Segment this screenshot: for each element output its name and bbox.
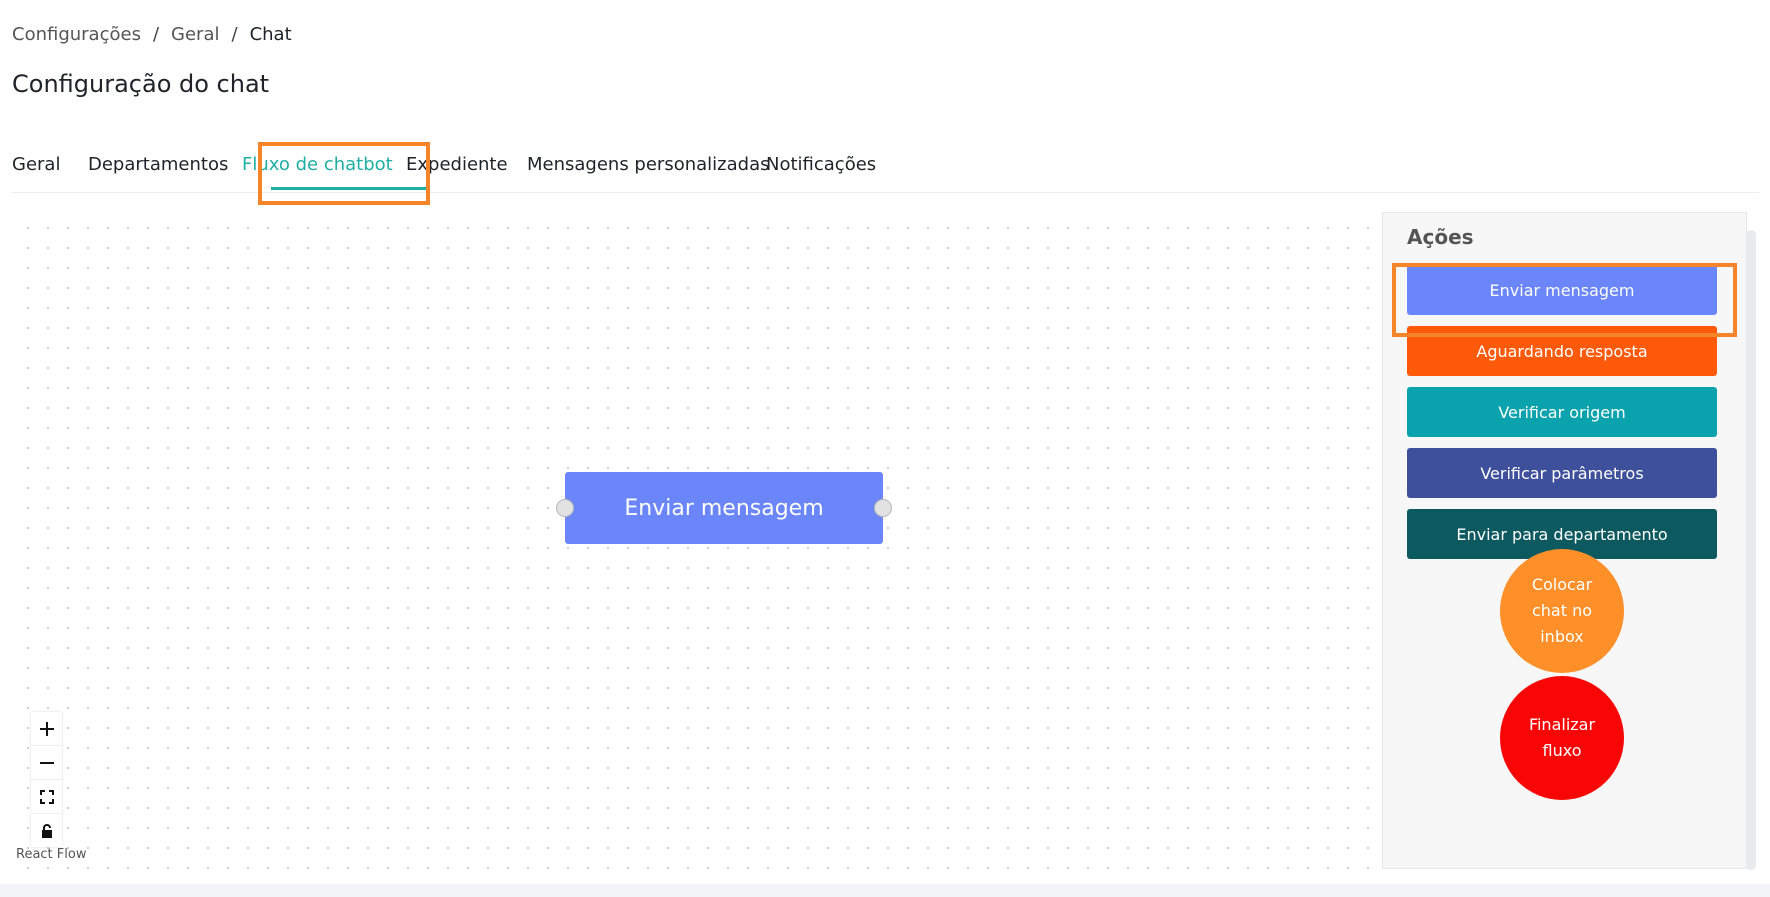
breadcrumb-item-geral[interactable]: Geral [171,24,219,45]
actions-panel-scrollbar[interactable] [1746,230,1756,870]
flow-controls [31,712,62,847]
breadcrumb-separator: / [231,24,238,45]
breadcrumb-item-chat: Chat [249,24,292,45]
tab-geral[interactable]: Geral [12,154,60,175]
zoom-in-icon[interactable] [31,712,62,746]
flow-node-label: Enviar mensagem [624,495,824,521]
flow-canvas[interactable]: Enviar mensagem React Flow [12,212,1382,872]
fit-view-icon[interactable] [31,780,62,814]
footer-band [0,884,1770,897]
page-title: Configuração do chat [12,70,270,98]
tab-departamentos[interactable]: Departamentos [88,154,228,175]
react-flow-attribution[interactable]: React Flow [16,847,86,862]
action-verificar-origem-button[interactable]: Verificar origem [1407,387,1717,437]
action-verificar-parametros-button[interactable]: Verificar parâmetros [1407,448,1717,498]
action-finalizar-fluxo-button[interactable]: Finalizar fluxo [1500,676,1624,800]
tab-notificacoes[interactable]: Notificações [766,154,876,175]
breadcrumb: Configurações / Geral / Chat [12,24,292,45]
flow-node-enviar-mensagem[interactable]: Enviar mensagem [556,472,892,544]
action-colocar-chat-no-inbox-button[interactable]: Colocar chat no inbox [1500,549,1624,673]
tab-mensagens-personalizadas[interactable]: Mensagens personalizadas [527,154,769,175]
breadcrumb-separator: / [152,24,160,45]
node-output-handle[interactable] [874,499,892,517]
action-highlight-box [1392,263,1737,337]
breadcrumb-item-configuracoes[interactable]: Configurações [12,24,141,45]
tab-highlight-box [258,142,430,205]
node-input-handle[interactable] [556,499,574,517]
lock-icon[interactable] [31,814,62,847]
actions-panel-title: Ações [1407,225,1474,249]
zoom-out-icon[interactable] [31,746,62,780]
